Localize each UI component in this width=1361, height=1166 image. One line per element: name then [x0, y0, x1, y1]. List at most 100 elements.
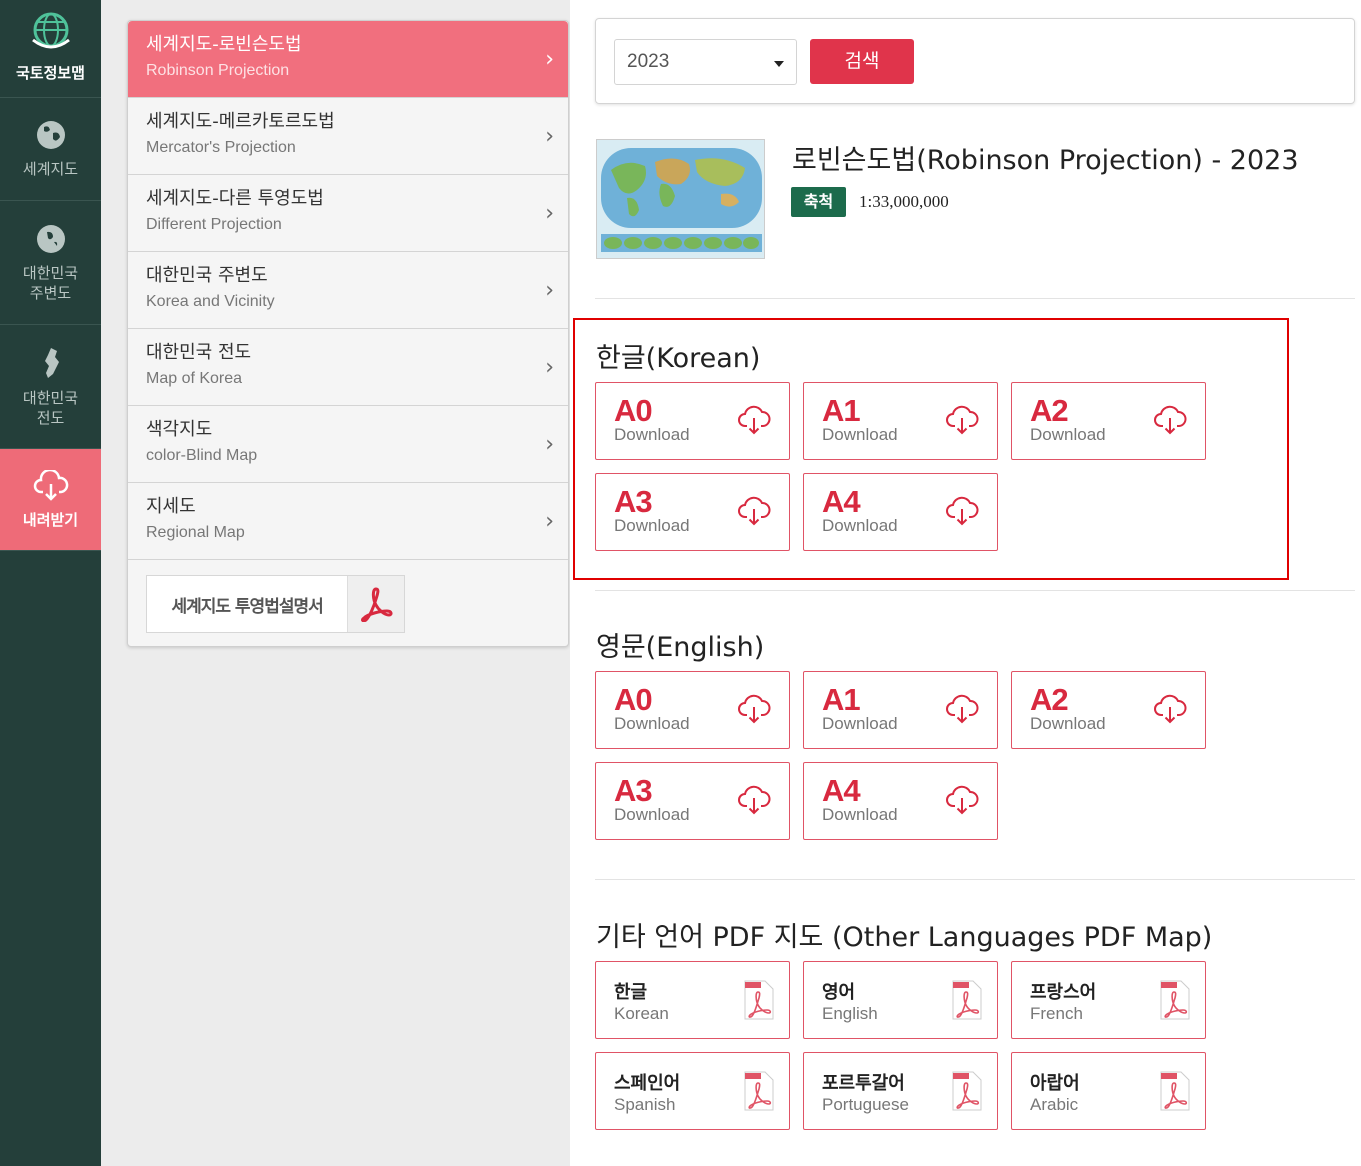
- divider: [595, 879, 1355, 880]
- language-ko: 한글: [614, 982, 648, 1003]
- paper-size: A1: [822, 393, 861, 428]
- download-english-a0[interactable]: A0 Download: [595, 671, 790, 749]
- paper-size: A2: [1030, 393, 1069, 428]
- menu-item-subtitle: color-Blind Map: [146, 447, 258, 464]
- language-en: French: [1030, 1004, 1083, 1023]
- pdf-arabic[interactable]: 아랍어 Arabic: [1011, 1052, 1206, 1130]
- acrobat-pdf-icon: [347, 576, 404, 632]
- pdf-portuguese[interactable]: 포르투갈어 Portuguese: [803, 1052, 998, 1130]
- menu-item-subtitle: Map of Korea: [146, 370, 243, 387]
- map-category-menu: 세계지도-로빈슨도법 Robinson Projection › 세계지도-메르…: [127, 20, 569, 647]
- download-korean-a4[interactable]: A4 Download: [803, 473, 998, 551]
- projection-manual-label: 세계지도 투영법설명서: [171, 596, 323, 617]
- language-ko: 영어: [822, 982, 856, 1003]
- section-title-korean: 한글(Korean): [596, 343, 761, 374]
- download-english-a1[interactable]: A1 Download: [803, 671, 998, 749]
- globe-icon: [36, 121, 65, 149]
- menu-item-subtitle: Robinson Projection: [146, 62, 290, 79]
- menu-item-subtitle: Regional Map: [146, 524, 245, 541]
- menu-item-color-blind[interactable]: 색각지도 color-Blind Map ›: [128, 406, 568, 483]
- cloud-download-icon: [946, 405, 979, 435]
- cloud-download-icon: [33, 469, 68, 501]
- section-title-other-languages: 기타 언어 PDF 지도 (Other Languages PDF Map): [596, 922, 1213, 953]
- menu-item-subtitle: Different Projection: [146, 216, 282, 233]
- logo-label: 국토정보맵: [15, 64, 85, 82]
- paper-size: A0: [614, 682, 653, 717]
- paper-size: A3: [614, 773, 653, 808]
- sidebar-item-world-map[interactable]: 세계지도: [0, 98, 101, 201]
- cloud-download-icon: [738, 496, 771, 526]
- download-korean-a0[interactable]: A0 Download: [595, 382, 790, 460]
- download-korean-a2[interactable]: A2 Download: [1011, 382, 1206, 460]
- download-label: Download: [822, 805, 898, 824]
- map-thumbnail[interactable]: [596, 139, 765, 259]
- menu-item-title: 색각지도: [146, 419, 213, 440]
- pdf-korean[interactable]: 한글 Korean: [595, 961, 790, 1039]
- paper-size: A0: [614, 393, 653, 428]
- download-label: Download: [822, 425, 898, 444]
- menu-item-title: 세계지도-다른 투영도법: [146, 188, 324, 209]
- menu-item-title: 지세도: [146, 496, 196, 517]
- paper-size: A1: [822, 682, 861, 717]
- cloud-download-icon: [738, 405, 771, 435]
- year-select[interactable]: 2023: [614, 39, 797, 85]
- download-english-a4[interactable]: A4 Download: [803, 762, 998, 840]
- download-english-a3[interactable]: A3 Download: [595, 762, 790, 840]
- download-label: Download: [614, 425, 690, 444]
- search-button[interactable]: 검색: [810, 39, 914, 84]
- download-label: Download: [1030, 714, 1106, 733]
- pdf-english[interactable]: 영어 English: [803, 961, 998, 1039]
- menu-item-robinson[interactable]: 세계지도-로빈슨도법 Robinson Projection ›: [128, 21, 568, 98]
- language-ko: 포르투갈어: [822, 1073, 905, 1094]
- chevron-right-icon: ›: [545, 509, 554, 534]
- paper-size: A4: [822, 484, 861, 519]
- korea-map-icon: [44, 347, 59, 378]
- logo[interactable]: 국토정보맵: [0, 0, 101, 98]
- menu-item-different-projection[interactable]: 세계지도-다른 투영도법 Different Projection ›: [128, 175, 568, 252]
- download-english-a2[interactable]: A2 Download: [1011, 671, 1206, 749]
- pdf-french[interactable]: 프랑스어 French: [1011, 961, 1206, 1039]
- cloud-download-icon: [946, 694, 979, 724]
- language-en: English: [822, 1004, 878, 1023]
- pdf-file-icon: [952, 980, 982, 1020]
- divider: [595, 590, 1355, 591]
- menu-item-korea-vicinity[interactable]: 대한민국 주변도 Korea and Vicinity ›: [128, 252, 568, 329]
- menu-item-regional-map[interactable]: 지세도 Regional Map ›: [128, 483, 568, 560]
- menu-item-title: 세계지도-메르카토르도법: [146, 111, 335, 132]
- language-en: Arabic: [1030, 1095, 1079, 1114]
- chevron-right-icon: ›: [545, 432, 554, 457]
- year-select-value: 2023: [627, 51, 670, 72]
- menu-item-title: 대한민국 주변도: [146, 265, 268, 286]
- caret-down-icon: [774, 61, 784, 67]
- download-label: Download: [822, 714, 898, 733]
- cloud-download-icon: [946, 496, 979, 526]
- download-label: Download: [614, 714, 690, 733]
- menu-item-mercator[interactable]: 세계지도-메르카토르도법 Mercator's Projection ›: [128, 98, 568, 175]
- chevron-right-icon: ›: [545, 355, 554, 380]
- menu-item-subtitle: Mercator's Projection: [146, 139, 296, 156]
- pdf-spanish[interactable]: 스페인어 Spanish: [595, 1052, 790, 1130]
- map-title: 로빈슨도법(Robinson Projection) - 2023: [792, 145, 1299, 176]
- download-label: Download: [614, 805, 690, 824]
- paper-size: A2: [1030, 682, 1069, 717]
- download-label: Download: [614, 516, 690, 535]
- pdf-file-icon: [1160, 1071, 1190, 1111]
- menu-item-map-of-korea[interactable]: 대한민국 전도 Map of Korea ›: [128, 329, 568, 406]
- projection-manual-button[interactable]: 세계지도 투영법설명서: [146, 575, 405, 633]
- sidebar-item-korea-map[interactable]: 대한민국 전도: [0, 325, 101, 449]
- sidebar-item-download[interactable]: 내려받기: [0, 449, 101, 551]
- section-title-english: 영문(English): [596, 632, 765, 663]
- sidebar-item-korea-vicinity[interactable]: 대한민국 주변도: [0, 201, 101, 325]
- menu-item-title: 세계지도-로빈슨도법: [146, 34, 302, 55]
- download-korean-a3[interactable]: A3 Download: [595, 473, 790, 551]
- sidebar-item-label: 내려받기: [22, 510, 79, 529]
- sidebar-item-label: 대한민국 주변도: [22, 263, 79, 302]
- cloud-download-icon: [946, 785, 979, 815]
- scale-value: 1:33,000,000: [859, 192, 949, 211]
- cloud-download-icon: [1154, 694, 1187, 724]
- chevron-right-icon: ›: [545, 201, 554, 226]
- pdf-file-icon: [952, 1071, 982, 1111]
- download-korean-a1[interactable]: A1 Download: [803, 382, 998, 460]
- scale-badge: 축척: [791, 187, 846, 217]
- sidebar: 국토정보맵 세계지도 대한민국 주변도 대한민국 전도 내려받기: [0, 0, 101, 1166]
